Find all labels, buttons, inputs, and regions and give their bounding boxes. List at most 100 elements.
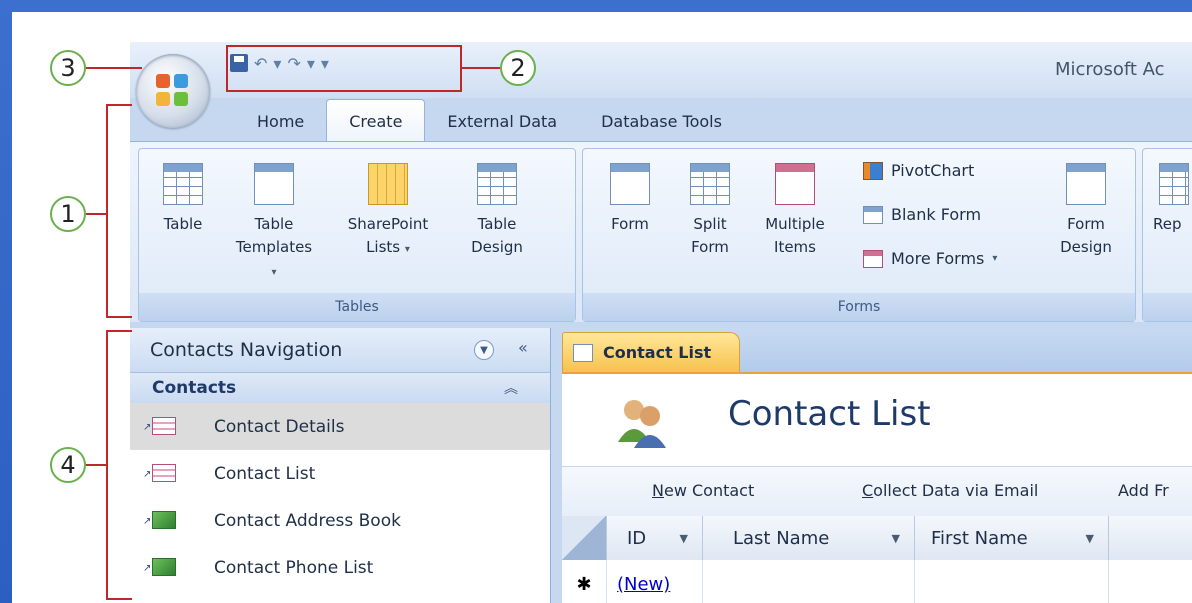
pivotchart-label: PivotChart [891,161,975,180]
more-forms-label: More Forms [891,249,985,268]
form-design-icon [1066,163,1106,205]
select-all-corner[interactable] [562,516,606,560]
multiple-items-button[interactable]: Multiple Items [755,163,835,259]
nav-item-contact-address-book[interactable]: Contact Address Book [130,497,550,544]
callout-4-line [86,464,108,466]
shutter-bar-close-icon[interactable]: « [518,338,528,357]
report-label: Rep [1153,215,1182,233]
office-button[interactable] [136,54,210,128]
callout-1-line [86,213,108,215]
tables-group-label: Tables [139,293,575,321]
table-button[interactable]: Table [153,163,213,236]
add-from-outlook-button[interactable]: Add Fr [1118,481,1169,500]
column-header-label: First Name [931,527,1028,549]
form-icon [610,163,650,205]
callout-1: 1 [50,196,86,232]
callout-4-bracket [106,330,108,600]
report-button[interactable]: Rep [1153,163,1192,236]
table-design-icon [477,163,517,205]
split-form-button[interactable]: Split Form [675,163,745,259]
table-templates-button[interactable]: Table Templates ▾ [231,163,317,284]
office-logo-icon [156,74,190,108]
nav-group-contacts[interactable]: Contacts ︽ [130,373,550,403]
chevron-down-icon[interactable]: ▼ [474,340,494,360]
chevron-down-icon[interactable]: ▼ [1086,532,1094,545]
table-templates-label-2: Templates ▾ [235,238,313,278]
table-button-label: Table [163,215,203,233]
multiple-items-label-2: Items [774,238,816,256]
document-tab-label: Contact List [603,343,712,362]
column-header-label: Last Name [733,527,830,549]
table-design-label-2: Design [471,238,523,256]
table-design-button[interactable]: Table Design [457,163,537,259]
ribbon-tabs: Home Create External Data Database Tools [235,98,744,142]
callout-1-bracket-top [106,104,132,106]
pivotchart-button[interactable]: PivotChart [863,161,974,180]
report-object-icon [143,511,176,529]
document-area: Contact List Contact List New Contact Co… [562,328,1192,603]
new-record-link[interactable]: (New) [607,574,670,595]
chevron-down-icon[interactable]: ▼ [680,532,688,545]
cell-extra[interactable] [1108,560,1192,603]
document-tab-contact-list[interactable]: Contact List [562,332,741,372]
collect-data-via-email-button[interactable]: Collect Data via Email [862,481,1038,500]
report-icon [1159,163,1189,205]
tab-external-data[interactable]: External Data [425,100,579,142]
split-form-label-1: Split [693,215,727,233]
more-forms-icon [863,249,883,268]
cell-first-name[interactable] [914,560,1108,603]
form-button[interactable]: Form [595,163,665,236]
column-header-first-name[interactable]: First Name ▼ [914,516,1108,560]
new-record-marker: ✱ [576,573,592,595]
sharepoint-label-1: SharePoint [347,215,429,233]
nav-item-contact-details[interactable]: Contact Details [130,403,550,450]
cell-last-name[interactable] [702,560,914,603]
nav-item-contact-list[interactable]: Contact List [130,450,550,497]
nav-item-label: Contact Address Book [214,510,401,531]
access-window: ↶ ▾ ↷ ▾ ▾ Microsoft Ac Home Create Exter… [130,42,1192,603]
ribbon-group-reports: Rep [1142,148,1192,322]
new-contact-button[interactable]: New Contact [652,481,754,500]
form-design-label-2: Design [1060,238,1112,256]
chevron-down-icon[interactable]: ▼ [892,532,900,545]
nav-item-contact-phone-list[interactable]: Contact Phone List [130,544,550,591]
table-templates-icon [254,163,294,205]
form-object-icon [143,464,176,482]
nav-group-label: Contacts [152,378,237,398]
blank-form-button[interactable]: Blank Form [863,205,981,224]
callout-4-bracket-top [106,330,132,332]
cell-id[interactable]: (New) [606,560,702,603]
callout-2-line [462,67,500,69]
nav-item-label: Contact Details [214,416,345,437]
contacts-people-icon [618,400,666,448]
form-design-label-1: Form [1067,215,1105,233]
table-row-new[interactable]: ✱ (New) [562,560,1192,603]
callout-1-bracket-bottom [106,316,132,318]
column-header-last-name[interactable]: Last Name ▼ [702,516,914,560]
multiple-items-icon [775,163,815,205]
collapse-group-icon[interactable]: ︽ [504,378,518,398]
callout-2: 2 [500,50,536,86]
column-header-empty [1108,516,1192,560]
navigation-pane-title: Contacts Navigation [150,339,343,361]
tab-home[interactable]: Home [235,100,326,142]
nav-item-label: Contact List [214,463,316,484]
sharepoint-label-2: Lists ▾ [366,238,410,256]
callout-3: 3 [50,50,86,86]
form-design-button[interactable]: Form Design [1051,163,1121,259]
form-label: Form [611,215,649,233]
blank-form-icon [863,205,883,224]
tab-database-tools[interactable]: Database Tools [579,100,744,142]
split-form-label-2: Form [691,238,729,256]
form-title: Contact List [728,394,931,434]
column-header-id[interactable]: ID ▼ [606,516,702,560]
tab-create[interactable]: Create [326,99,426,142]
window-title: Microsoft Ac [1055,59,1165,80]
multiple-items-label-1: Multiple [765,215,825,233]
more-forms-button[interactable]: More Forms ▾ [863,249,997,268]
sharepoint-lists-button[interactable]: SharePoint Lists ▾ [333,163,443,261]
form-header: Contact List [562,374,1192,466]
table-design-label-1: Table [477,215,517,233]
navigation-pane-header[interactable]: Contacts Navigation ▼ « [130,328,550,373]
ribbon-group-forms: Form Split Form Multiple Items PivotChar… [582,148,1136,322]
